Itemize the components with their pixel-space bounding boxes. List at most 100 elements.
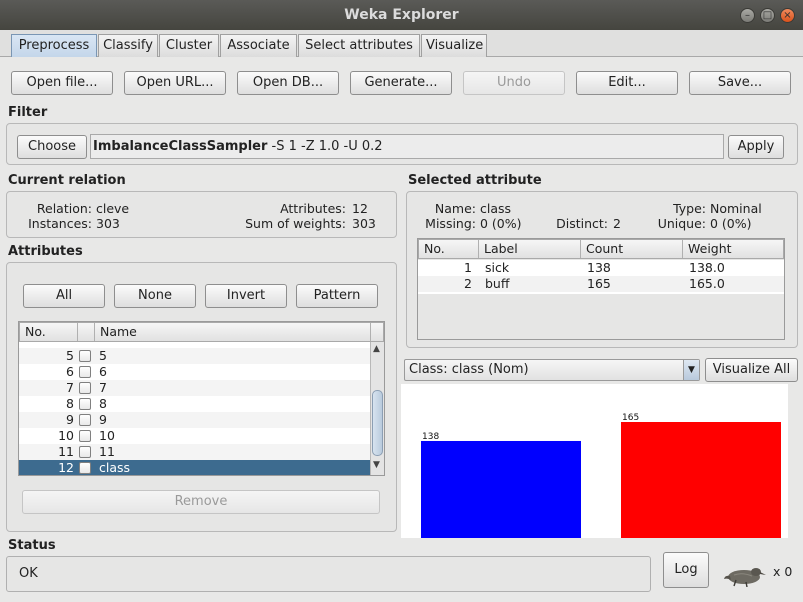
label-row-count: 138 bbox=[587, 260, 611, 275]
bar-sick bbox=[421, 440, 581, 538]
edit-button[interactable]: Edit... bbox=[576, 71, 678, 95]
column-header-label-no[interactable]: No. bbox=[419, 240, 479, 258]
column-header-count[interactable]: Count bbox=[581, 240, 683, 258]
attributes-count-label: Attributes: bbox=[280, 201, 346, 216]
visualize-all-button[interactable]: Visualize All bbox=[705, 358, 798, 382]
chevron-down-icon[interactable]: ▼ bbox=[683, 360, 699, 380]
current-relation-heading: Current relation bbox=[8, 173, 126, 188]
histogram-svg: 138 165 bbox=[421, 413, 781, 538]
open-file-button[interactable]: Open file... bbox=[11, 71, 113, 95]
attr-unique-label: Unique: bbox=[657, 216, 706, 231]
scrollbar-thumb[interactable] bbox=[372, 390, 383, 456]
tab-preprocess[interactable]: Preprocess bbox=[11, 34, 97, 57]
column-header-label[interactable]: Label bbox=[479, 240, 581, 258]
open-db-button[interactable]: Open DB... bbox=[237, 71, 339, 95]
open-url-button[interactable]: Open URL... bbox=[124, 71, 226, 95]
attribute-row[interactable]: 10 10 bbox=[19, 428, 370, 444]
attr-unique-value: 0 (0%) bbox=[710, 216, 752, 231]
attribute-row[interactable]: 77 bbox=[19, 380, 370, 396]
attributes-table-header: No. Name bbox=[19, 322, 384, 342]
attribute-row-no: 9 bbox=[66, 412, 74, 427]
attribute-checkbox[interactable] bbox=[79, 350, 91, 362]
label-row[interactable]: 2 buff 165 165.0 bbox=[418, 276, 784, 292]
invert-selection-button[interactable]: Invert bbox=[205, 284, 287, 308]
attr-name-label: Name: bbox=[434, 201, 476, 216]
tab-strip: Preprocess Classify Cluster Associate Se… bbox=[0, 30, 803, 57]
select-none-button[interactable]: None bbox=[114, 284, 196, 308]
save-button[interactable]: Save... bbox=[689, 71, 791, 95]
attributes-rows: 5 5 6 6 7 7 8 8 9 9 10 10 11 11 12 class bbox=[19, 348, 370, 475]
apply-filter-button[interactable]: Apply bbox=[728, 135, 784, 159]
label-counts-table: No. Label Count Weight 1 sick 138 138.0 2 buf… bbox=[417, 238, 785, 340]
remove-attribute-button[interactable]: Remove bbox=[22, 490, 380, 514]
attr-missing-value: 0 (0%) bbox=[480, 216, 522, 231]
attribute-checkbox[interactable] bbox=[79, 398, 91, 410]
column-header-check[interactable] bbox=[78, 323, 95, 341]
minimize-icon[interactable]: – bbox=[740, 8, 755, 23]
status-heading: Status bbox=[8, 538, 56, 553]
attributes-scrollbar[interactable]: ▲ ▼ bbox=[370, 342, 384, 475]
maximize-icon[interactable]: □ bbox=[760, 8, 775, 23]
attribute-row[interactable]: 88 bbox=[19, 396, 370, 412]
relation-label: Relation: bbox=[36, 201, 92, 216]
attribute-checkbox[interactable] bbox=[79, 430, 91, 442]
attribute-row[interactable]: 66 bbox=[19, 364, 370, 380]
generate-button[interactable]: Generate... bbox=[350, 71, 452, 95]
class-histogram[interactable]: 138 165 bbox=[401, 384, 788, 538]
attribute-row[interactable]: 55 bbox=[19, 348, 370, 364]
attribute-checkbox[interactable] bbox=[79, 446, 91, 458]
attribute-row-no: 5 bbox=[66, 348, 74, 363]
attribute-row-name: 5 bbox=[99, 348, 107, 363]
filter-name: ImbalanceClassSampler bbox=[93, 139, 268, 154]
attribute-checkbox[interactable] bbox=[79, 366, 91, 378]
tab-cluster[interactable]: Cluster bbox=[159, 34, 219, 57]
tab-associate[interactable]: Associate bbox=[220, 34, 297, 57]
bar-buff bbox=[621, 422, 781, 538]
choose-filter-button[interactable]: Choose bbox=[17, 135, 87, 159]
label-row[interactable]: 1 sick 138 138.0 bbox=[418, 260, 784, 276]
scroll-up-icon[interactable]: ▲ bbox=[373, 344, 380, 354]
tab-visualize[interactable]: Visualize bbox=[421, 34, 487, 57]
class-select[interactable]: Class: class (Nom) ▼ bbox=[404, 359, 700, 381]
attribute-checkbox[interactable] bbox=[79, 382, 91, 394]
attribute-row-no: 10 bbox=[58, 428, 74, 443]
attribute-row-no: 12 bbox=[58, 460, 74, 475]
sum-weights-label: Sum of weights: bbox=[245, 216, 346, 231]
attribute-row-no: 7 bbox=[66, 380, 74, 395]
label-row-label: sick bbox=[485, 260, 510, 275]
attribute-row-name: 11 bbox=[99, 444, 115, 459]
attribute-row[interactable]: 99 bbox=[19, 412, 370, 428]
attribute-row-no: 8 bbox=[66, 396, 74, 411]
tab-select-attributes[interactable]: Select attributes bbox=[298, 34, 420, 57]
class-select-value: Class: class (Nom) bbox=[409, 362, 529, 377]
attribute-row-name: 9 bbox=[99, 412, 107, 427]
weka-bird-icon[interactable] bbox=[722, 563, 766, 587]
selected-attribute-heading: Selected attribute bbox=[408, 173, 542, 188]
column-header-name[interactable]: Name bbox=[95, 323, 371, 341]
attribute-row-name: 6 bbox=[99, 364, 107, 379]
attr-type-label: Type: bbox=[673, 201, 706, 216]
attributes-table: No. Name 5 5 6 6 7 7 8 8 9 9 10 10 11 11 12 class ▲ ▼ bbox=[18, 321, 385, 476]
label-row-weight: 165.0 bbox=[689, 276, 725, 291]
label-row-count: 165 bbox=[587, 276, 611, 291]
attribute-checkbox[interactable] bbox=[79, 462, 91, 474]
instances-value: 303 bbox=[96, 216, 120, 231]
attribute-checkbox[interactable] bbox=[79, 414, 91, 426]
close-icon[interactable]: × bbox=[780, 8, 795, 23]
undo-button[interactable]: Undo bbox=[463, 71, 565, 95]
attribute-row-no: 6 bbox=[66, 364, 74, 379]
filter-field[interactable]: ImbalanceClassSampler -S 1 -Z 1.0 -U 0.2 bbox=[90, 134, 724, 159]
log-button[interactable]: Log bbox=[663, 552, 709, 588]
pattern-button[interactable]: Pattern bbox=[296, 284, 378, 308]
column-header-weight[interactable]: Weight bbox=[683, 240, 785, 258]
task-count: x 0 bbox=[773, 564, 793, 579]
scroll-down-icon[interactable]: ▼ bbox=[373, 460, 380, 470]
attribute-row[interactable]: 12 class bbox=[19, 460, 370, 475]
tab-classify[interactable]: Classify bbox=[98, 34, 158, 57]
status-bar: OK bbox=[6, 556, 651, 592]
attribute-row[interactable]: 11 11 bbox=[19, 444, 370, 460]
column-header-no[interactable]: No. bbox=[20, 323, 78, 341]
attributes-count-value: 12 bbox=[352, 201, 368, 216]
title-bar: Weka Explorer bbox=[0, 0, 803, 30]
select-all-button[interactable]: All bbox=[23, 284, 105, 308]
